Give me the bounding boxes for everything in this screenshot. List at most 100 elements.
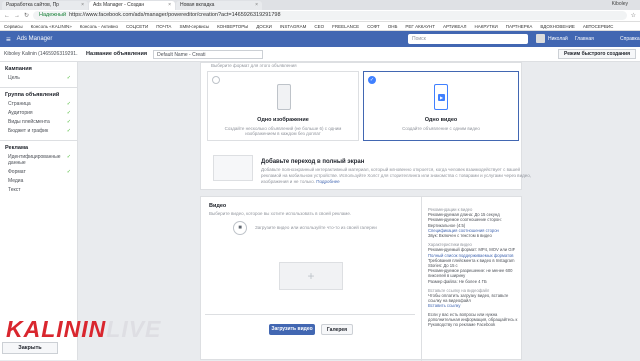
url-field[interactable]: Надежный https://www.facebook.com/ads/ma… <box>33 11 627 20</box>
format-header: Выберите формат для этого объявления <box>211 63 297 68</box>
secure-label: Надежный <box>39 12 67 18</box>
fullscreen-learn-more-link[interactable]: Подробнее <box>316 179 339 184</box>
option-desc: Создайте несколько объявлений (не больше… <box>224 126 342 136</box>
gallery-button[interactable]: Галерея <box>321 324 353 335</box>
bookmark-item[interactable]: КОНВЕРТОРЫ <box>217 24 248 29</box>
sidebar-item-placements[interactable]: Виды плейсмента ✓ <box>0 116 77 125</box>
bookmark-item[interactable]: ПАРТНЕРКА <box>506 24 533 29</box>
recommend-line: Рекомендуемое соотношение сторон: Вертик… <box>428 217 502 228</box>
tab-label: Разработка сайтов, Пр <box>6 2 59 8</box>
bookmark-item[interactable]: ДОСКИ <box>256 24 272 29</box>
embed-desc: Чтобы оплатить загрузку видео, вставьте … <box>428 293 509 304</box>
bookmark-item[interactable]: Консоль «KALININ» <box>31 24 72 29</box>
tab-close-icon[interactable]: × <box>81 1 84 10</box>
upload-video-button[interactable]: Загрузить видео <box>269 324 315 335</box>
sidebar-item-media[interactable]: Медиа <box>0 175 77 184</box>
bookmark-item[interactable]: АРТИКЕАЛ <box>443 24 466 29</box>
browser-tab[interactable]: Новая вкладка × <box>176 1 262 10</box>
media-card: Видео Выберите видео, которое вы хотите … <box>200 196 522 361</box>
tab-label: Новая вкладка <box>180 2 215 8</box>
option-title: Одно изображение <box>257 117 309 123</box>
quick-creation-button[interactable]: Режим быстрого создания <box>557 49 636 59</box>
bookmark-item[interactable]: INSTAGRAM <box>280 24 306 29</box>
url-text: https://www.facebook.com/ads/manager/pow… <box>69 12 281 18</box>
bookmark-item[interactable]: АВТОСЕРВИС <box>583 24 614 29</box>
user-menu[interactable]: Николай Главная <box>536 34 594 43</box>
search-input[interactable]: Поиск <box>408 34 528 44</box>
add-media-icon[interactable]: + <box>279 262 343 290</box>
bookmark-item[interactable]: СЕО <box>314 24 324 29</box>
format-option-single-image[interactable]: Одно изображение Создайте несколько объя… <box>207 71 359 141</box>
back-icon[interactable]: ← <box>4 13 10 19</box>
bookmark-item[interactable]: ОНБ <box>388 24 398 29</box>
check-icon: ✓ <box>66 128 71 134</box>
sidebar-item-page[interactable]: Страница ✓ <box>0 98 77 107</box>
bookmark-item[interactable]: РЕГ АККАУНТ <box>405 24 435 29</box>
tech-line: Требования плейсмента к видео в Instagra… <box>428 257 515 269</box>
help-link[interactable]: Справка <box>620 36 640 42</box>
browser-tab-active[interactable]: Ads Manager - Создан × <box>89 1 175 10</box>
forward-icon[interactable]: → <box>14 13 20 19</box>
checked-radio-icon[interactable]: ✓ <box>368 76 376 84</box>
close-button[interactable]: Закрыть <box>2 342 58 354</box>
reload-icon[interactable]: ↻ <box>24 12 29 19</box>
bookmark-item[interactable]: FREELANCE <box>332 24 359 29</box>
bookmark-item[interactable]: ПОЧТА <box>156 24 171 29</box>
tab-close-icon[interactable]: × <box>255 1 258 10</box>
recommendations-panel: Рекомендации к видео Рекомендуемая длина… <box>421 197 521 361</box>
sidebar-item-identity[interactable]: Идентифицированные данные ✓ <box>0 151 77 166</box>
sidebar-section-adset: Группа объявлений <box>5 92 60 98</box>
tab-close-icon[interactable]: × <box>168 1 171 10</box>
option-title: Одно видео <box>424 117 458 123</box>
check-icon: ✓ <box>66 154 71 160</box>
bookmark-item[interactable]: СОЦСЕТИ <box>126 24 148 29</box>
bookmark-star-icon[interactable]: ☆ <box>631 12 636 19</box>
ad-name-bar: Kiboley Kalinin (1465926319291... Назван… <box>0 47 640 62</box>
bookmark-item[interactable]: SMM-сервисы <box>179 24 209 29</box>
fullscreen-illustration-icon <box>213 155 253 181</box>
tab-label: Ads Manager - Создан <box>93 2 145 8</box>
format-card: Выберите формат для этого объявления Одн… <box>200 62 531 190</box>
sidebar-item-text[interactable]: Текст <box>0 184 77 193</box>
bookmark-item[interactable]: Консоль - Активно <box>80 24 118 29</box>
format-option-single-video[interactable]: ✓ ▶ Одно видео Создайте объявление с одн… <box>363 71 519 141</box>
video-camera-icon: ■ <box>233 221 247 235</box>
more-desc: Если у вас есть вопросы или нужна дополн… <box>428 311 518 328</box>
sidebar-section-ad: Реклама <box>5 145 29 151</box>
divider <box>205 314 415 315</box>
check-icon: ✓ <box>66 119 71 125</box>
bookmark-item[interactable]: ВДОХНОВЕНИЕ <box>540 24 575 29</box>
upload-hint: Загрузите видео или используйте что-то и… <box>255 225 377 230</box>
bookmarks-bar: Сервисы Консоль «KALININ» Консоль - Активн… <box>0 22 640 31</box>
ads-manager-top-bar: ≡ Ads Manager Поиск Николай Главная Спра… <box>0 31 640 47</box>
bookmark-item[interactable]: Сервисы <box>4 24 23 29</box>
ad-name-label: Название объявления <box>86 51 148 57</box>
check-icon: ✓ <box>66 169 71 175</box>
image-phone-icon <box>277 84 291 110</box>
browser-tab[interactable]: Разработка сайтов, Пр × <box>2 1 88 10</box>
bookmark-item[interactable]: НАКРУТКИ <box>474 24 497 29</box>
ad-account-selector[interactable]: Kiboley Kalinin (1465926319291... <box>0 51 78 57</box>
avatar <box>536 34 545 43</box>
sidebar-item-audience[interactable]: Аудитория ✓ <box>0 107 77 116</box>
watermark-logo: KALININLIVE <box>6 316 162 342</box>
check-icon: ✓ <box>66 75 71 81</box>
app-title[interactable]: Ads Manager <box>17 36 53 42</box>
sidebar-item-format[interactable]: Формат ✓ <box>0 166 77 175</box>
hamburger-menu-icon[interactable]: ≡ <box>6 35 11 44</box>
window-user-label: Kiboley <box>611 1 628 7</box>
ad-name-input[interactable]: Default Name - Creati <box>153 49 264 59</box>
media-section-desc: Выберите видео, которое вы хотите исполь… <box>209 211 352 216</box>
radio-button[interactable] <box>212 76 220 84</box>
tech-line: Рекомендуемое разрешение: не менее 600 п… <box>428 268 513 279</box>
tech-line: Размер файла: Не более 4 ГБ <box>428 278 487 284</box>
bookmark-item[interactable]: СОФТ <box>367 24 380 29</box>
sidebar-item-objective[interactable]: Цель ✓ <box>0 72 77 81</box>
embed-link[interactable]: Вставить ссылку <box>428 303 518 308</box>
browser-tab-strip: Разработка сайтов, Пр × Ads Manager - Соз… <box>0 0 640 10</box>
user-name: Николай <box>548 35 568 42</box>
home-link[interactable]: Главная <box>575 36 594 42</box>
play-icon: ▶ <box>438 94 445 101</box>
media-section-label: Видео <box>209 203 227 209</box>
sidebar-item-budget[interactable]: Бюджет и график ✓ <box>0 125 77 134</box>
